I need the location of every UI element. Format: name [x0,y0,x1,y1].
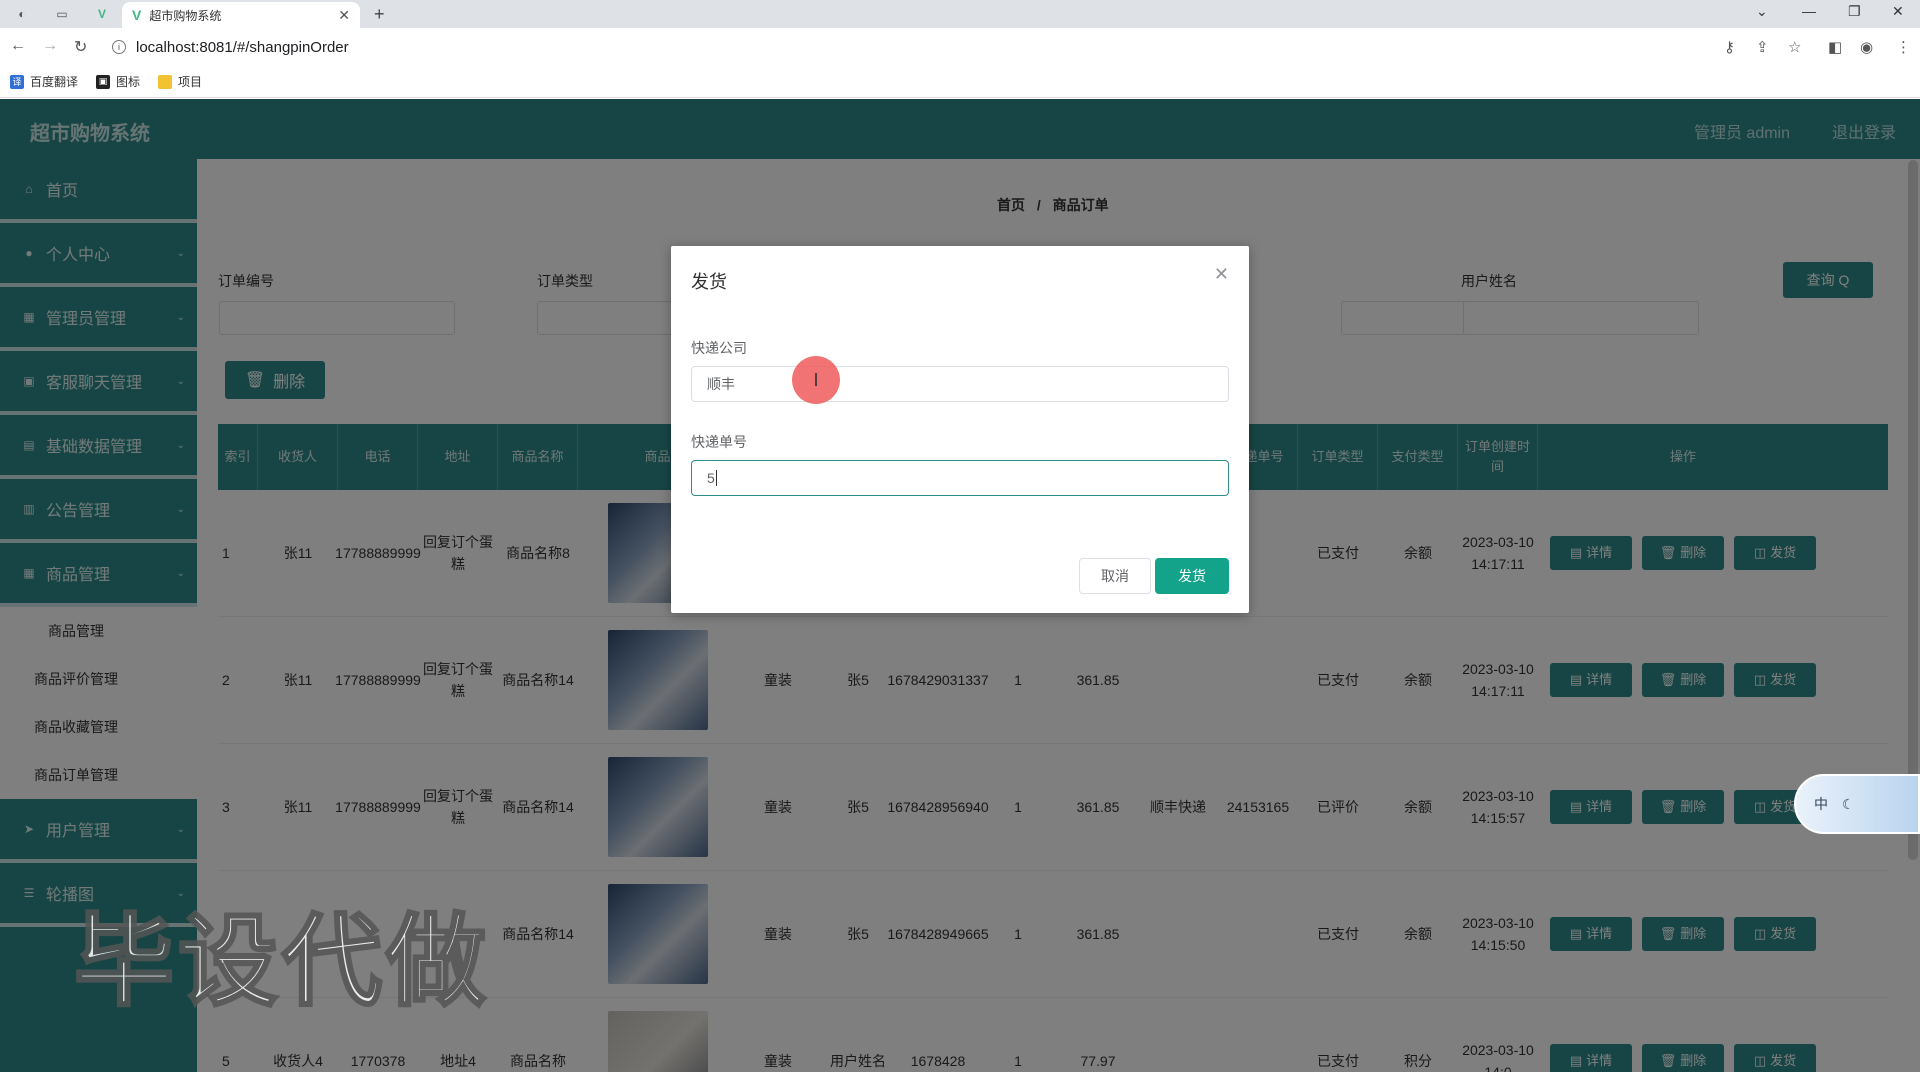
kebab-menu-icon[interactable]: ⋮ [1896,38,1911,56]
text-cursor-icon: I [792,356,840,404]
tab-favicon-icon[interactable]: ▭ [52,4,72,24]
ime-widget[interactable]: 中 ☾ [1794,774,1920,834]
folder-icon [158,74,173,89]
image-icon: ▣ [96,74,111,89]
vue-icon[interactable]: V [92,4,112,24]
close-icon[interactable]: ✕ [1214,264,1229,285]
restore-icon[interactable]: ❐ [1848,3,1861,20]
url-text: localhost:8081/#/shangpinOrder [136,38,349,56]
express-number-input[interactable]: 5 [691,460,1229,496]
express-company-input[interactable]: 顺丰 [691,366,1229,402]
chevron-down-icon[interactable]: ⌄ [1756,3,1768,20]
star-icon[interactable]: ☆ [1788,38,1801,56]
profile-icon[interactable]: ◉ [1860,38,1873,56]
close-icon[interactable]: ✕ [338,7,350,24]
vue-icon: V [132,7,142,23]
forward-icon[interactable]: → [42,37,58,55]
browser-tab-active[interactable]: V 超市购物系统 ✕ [122,2,360,28]
ship-confirm-button[interactable]: 发货 [1155,558,1229,594]
bookmark-item[interactable]: 项目 [158,73,202,90]
tab-title: 超市购物系统 [149,8,222,23]
translate-icon: 译 [10,74,24,89]
back-icon[interactable]: ← [10,37,26,55]
moon-icon: ☾ [1842,795,1855,812]
watermark: 毕设代做 [73,902,490,1022]
plus-icon[interactable]: + [374,4,385,25]
express-number-label: 快递单号 [691,434,747,450]
key-icon[interactable]: ⚷ [1724,38,1735,56]
ship-dialog: 发货 ✕ 快递公司 顺丰 I 快递单号 5 取消 发货 [671,246,1249,613]
reload-icon[interactable]: ↻ [74,37,87,57]
cancel-button[interactable]: 取消 [1079,558,1151,594]
bookmarks-bar: 译百度翻译 ▣ 图标 项目 [0,66,1920,98]
express-company-label: 快递公司 [691,340,747,356]
bookmark-item[interactable]: 译百度翻译 [10,73,78,90]
tab-favicon-icon[interactable]: ◐ [12,4,32,24]
share-icon[interactable]: ⇪ [1756,38,1769,56]
browser-tabbar: ◐ ▭ V V 超市购物系统 ✕ + ⌄ — ❐ ✕ [0,0,1920,28]
minimize-icon[interactable]: — [1802,3,1816,19]
sidepanel-icon[interactable]: ◧ [1828,38,1842,56]
window-close-icon[interactable]: ✕ [1892,3,1904,20]
url-field[interactable]: i localhost:8081/#/shangpinOrder [112,30,1692,64]
info-icon[interactable]: i [112,40,126,54]
bookmark-item[interactable]: ▣ 图标 [96,73,140,90]
dialog-title: 发货 [691,272,727,292]
